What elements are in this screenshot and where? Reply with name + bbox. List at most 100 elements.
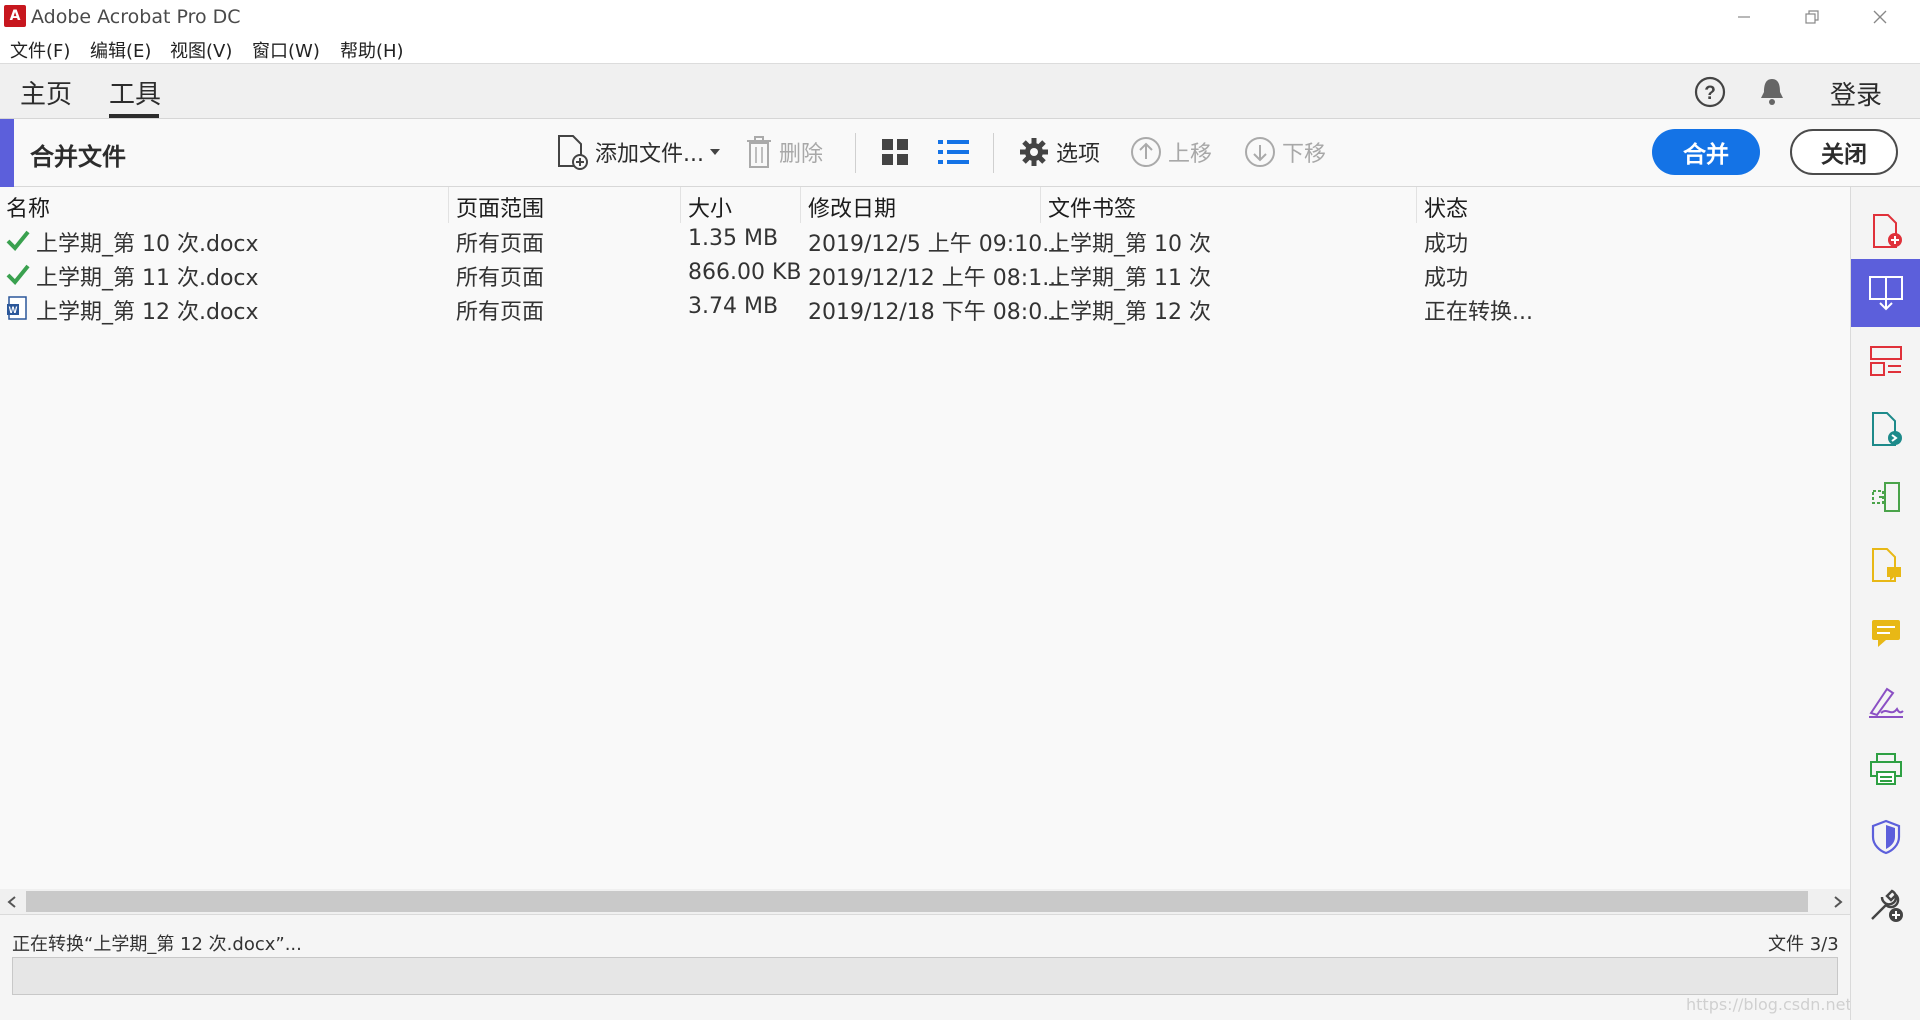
notification-bell-icon[interactable] (1757, 75, 1787, 109)
horizontal-scrollbar[interactable] (0, 889, 1850, 914)
fill-sign-icon (1869, 687, 1904, 718)
tab-bar: 主页 工具 ? 登录 (0, 64, 1920, 119)
delete-label: 删除 (779, 142, 824, 167)
rail-organize-pages[interactable] (1851, 327, 1920, 395)
scroll-right-button[interactable] (1826, 889, 1850, 914)
options-button[interactable]: 选项 (1018, 133, 1100, 171)
arrow-down-circle-icon (1245, 137, 1275, 167)
rail-print-production[interactable] (1851, 735, 1920, 803)
table-row[interactable]: 上学期_第 11 次.docx 所有页面 866.00 KB 2019/12/1… (0, 257, 1850, 291)
status-text: 正在转换... (1424, 300, 1533, 325)
combine-toolbar: 合并文件 添加文件... 删除 选项 上移 下移 合并 关闭 (0, 119, 1920, 187)
modified-date: 2019/12/12 上午 08:1... (808, 266, 1064, 291)
column-header-bookmark[interactable]: 文件书签 (1048, 191, 1136, 223)
delete-button[interactable]: 删除 (745, 133, 823, 171)
window-title: Adobe Acrobat Pro DC (31, 6, 241, 28)
close-window-button[interactable] (1846, 0, 1914, 33)
modified-date: 2019/12/18 下午 08:0... (808, 300, 1064, 325)
close-icon (1873, 10, 1887, 23)
svg-text:W: W (9, 305, 18, 315)
rail-create-pdf[interactable] (1851, 197, 1920, 265)
progress-fill (13, 958, 1837, 994)
move-up-button[interactable]: 上移 (1130, 133, 1212, 171)
status-bar: 正在转换“上学期_第 12 次.docx”... 文件 3/3 https://… (0, 914, 1920, 1020)
list-view-button[interactable] (937, 133, 977, 171)
rail-comment[interactable] (1851, 599, 1920, 667)
column-header-name[interactable]: 名称 (6, 191, 50, 223)
menu-view[interactable]: 视图(V) (170, 37, 232, 63)
tab-home[interactable]: 主页 (20, 74, 72, 111)
rail-comment-file[interactable] (1851, 531, 1920, 599)
file-name: 上学期_第 11 次.docx (36, 266, 259, 291)
title-bar: A Adobe Acrobat Pro DC (0, 0, 1920, 33)
rail-export-pdf[interactable] (1851, 395, 1920, 463)
column-divider[interactable] (800, 187, 801, 223)
column-divider[interactable] (448, 187, 449, 223)
conversion-status: 正在转换“上学期_第 12 次.docx”... (12, 934, 302, 955)
column-header-status[interactable]: 状态 (1424, 191, 1468, 223)
column-header-size[interactable]: 大小 (688, 191, 732, 223)
tool-title: 合并文件 (30, 143, 126, 171)
table-row[interactable]: W 上学期_第 12 次.docx 所有页面 3.74 MB 2019/12/1… (0, 291, 1850, 325)
rail-fill-sign[interactable] (1851, 667, 1920, 735)
file-size: 866.00 KB (688, 260, 802, 285)
rail-more-tools[interactable] (1851, 871, 1920, 939)
dropdown-caret-icon (709, 149, 720, 155)
add-files-label: 添加文件... (595, 142, 704, 167)
menu-window[interactable]: 窗口(W) (252, 37, 320, 63)
tab-tools[interactable]: 工具 (109, 74, 161, 111)
table-row[interactable]: 上学期_第 10 次.docx 所有页面 1.35 MB 2019/12/5 上… (0, 223, 1850, 257)
options-label: 选项 (1056, 142, 1101, 167)
page-range: 所有页面 (456, 300, 545, 325)
create-pdf-icon (1873, 214, 1902, 248)
close-tool-button[interactable]: 关闭 (1790, 129, 1898, 175)
help-icon[interactable]: ? (1693, 75, 1727, 109)
file-counter: 文件 3/3 (1768, 934, 1839, 955)
move-up-label: 上移 (1168, 142, 1213, 167)
sign-in-link[interactable]: 登录 (1830, 75, 1882, 112)
status-text: 成功 (1424, 232, 1469, 257)
print-production-icon (1870, 753, 1902, 785)
column-divider[interactable] (680, 187, 681, 223)
menu-file[interactable]: 文件(F) (10, 37, 70, 63)
arrow-up-circle-icon (1131, 137, 1161, 167)
file-name: 上学期_第 12 次.docx (36, 300, 259, 325)
menu-bar: 文件(F) 编辑(E) 视图(V) 窗口(W) 帮助(H) (0, 33, 1920, 64)
menu-help[interactable]: 帮助(H) (340, 37, 404, 63)
edit-pdf-icon (1872, 482, 1900, 512)
chevron-left-icon (7, 895, 16, 908)
column-divider[interactable] (1416, 187, 1417, 223)
move-down-label: 下移 (1282, 142, 1327, 167)
tools-rail (1850, 187, 1920, 1020)
page-range: 所有页面 (456, 232, 545, 257)
status-text: 成功 (1424, 266, 1469, 291)
column-header-modified[interactable]: 修改日期 (808, 191, 896, 223)
svg-text:?: ? (1704, 83, 1716, 104)
restore-icon (1805, 9, 1819, 24)
word-doc-icon: W (7, 296, 27, 320)
file-size: 1.35 MB (688, 226, 779, 251)
column-divider[interactable] (1040, 187, 1041, 223)
add-files-button[interactable]: 添加文件... (555, 133, 728, 171)
restore-button[interactable] (1778, 0, 1846, 33)
file-table: 名称 页面范围 大小 修改日期 文件书签 状态 上学期_第 10 次.docx … (0, 187, 1850, 889)
toolbar-divider (855, 133, 856, 173)
file-bookmark: 上学期_第 10 次 (1048, 232, 1211, 257)
trash-icon (747, 136, 771, 168)
move-down-button[interactable]: 下移 (1244, 133, 1326, 171)
grid-view-icon (882, 139, 908, 165)
column-header-page-range[interactable]: 页面范围 (456, 191, 544, 223)
rail-edit-pdf[interactable] (1851, 463, 1920, 531)
rail-combine-files[interactable] (1851, 259, 1920, 327)
file-bookmark: 上学期_第 12 次 (1048, 300, 1211, 325)
scroll-left-button[interactable] (0, 889, 24, 914)
acrobat-logo-icon: A (4, 5, 26, 27)
thumbnail-view-button[interactable] (880, 133, 916, 171)
rail-protect[interactable] (1851, 803, 1920, 871)
file-name: 上学期_第 10 次.docx (36, 232, 259, 257)
scrollbar-thumb[interactable] (26, 891, 1808, 912)
merge-button[interactable]: 合并 (1652, 129, 1760, 175)
minimize-button[interactable] (1710, 0, 1778, 33)
comment-file-icon (1872, 548, 1901, 582)
menu-edit[interactable]: 编辑(E) (90, 37, 151, 63)
